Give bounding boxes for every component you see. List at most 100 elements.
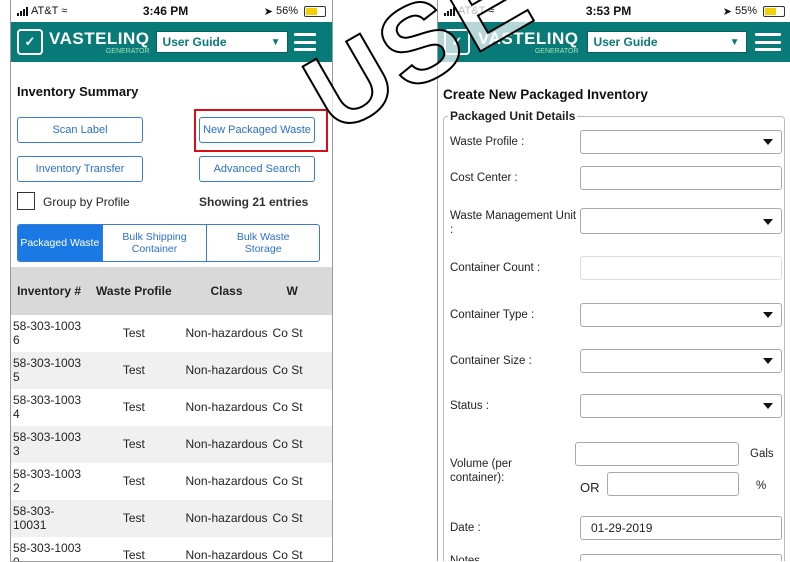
table-row[interactable]: 58-303-1003 2 Test Non-hazardous Co St: [11, 463, 332, 500]
advanced-search-button[interactable]: Advanced Search: [199, 156, 315, 182]
tab-bulk-waste-storage[interactable]: Bulk Waste Storage: [206, 225, 319, 261]
cell-class: Non-hazardous: [180, 426, 273, 463]
cell-inventory-number: 58-303-1003 2: [11, 463, 88, 500]
cell-class: Non-hazardous: [180, 537, 273, 561]
or-label: OR: [580, 480, 600, 495]
volume-gals-input[interactable]: [575, 442, 739, 466]
wmu-select[interactable]: [580, 208, 782, 234]
container-type-label: Container Type :: [450, 309, 535, 321]
brand-subtitle: GENERATOR: [105, 47, 150, 55]
battery-percent: 56%: [275, 5, 298, 17]
notes-input[interactable]: [580, 554, 782, 561]
user-guide-label: User Guide: [593, 35, 658, 49]
status-select[interactable]: [580, 394, 782, 418]
scan-label-button[interactable]: Scan Label: [17, 117, 143, 143]
signal-icon: [17, 6, 28, 16]
brand: VASTELINQ GENERATOR: [478, 30, 579, 55]
cell-class: Non-hazardous: [180, 500, 273, 537]
cell-waste-profile: Test: [87, 315, 181, 352]
group-by-profile-checkbox[interactable]: [17, 192, 35, 210]
user-guide-dropdown[interactable]: User Guide ▼: [586, 31, 747, 53]
battery-area: ➤ 55%: [723, 5, 785, 18]
table-row[interactable]: 58-303-1003 5 Test Non-hazardous Co St: [11, 352, 332, 389]
app-header: ✓ VASTELINQ GENERATOR User Guide ▼: [11, 22, 332, 62]
logo-icon: ✓: [444, 29, 470, 55]
battery-percent: 55%: [734, 5, 757, 17]
date-value: 01-29-2019: [591, 521, 653, 535]
inventory-tabs: Packaged Waste Bulk Shipping Container B…: [17, 224, 320, 262]
table-row[interactable]: 58-303-1003 0 Test Non-hazardous Co St: [11, 537, 332, 561]
cell-inventory-number: 58-303-1003 3: [11, 426, 88, 463]
status-label: Status :: [450, 400, 489, 412]
inventory-table: Inventory # Waste Profile Class W 58-303…: [11, 267, 332, 561]
carrier: AT&T ≈: [17, 5, 67, 17]
page-title: Inventory Summary: [17, 84, 139, 99]
table-row[interactable]: 58-303-10031 Test Non-hazardous Co St: [11, 500, 332, 537]
user-guide-label: User Guide: [162, 35, 227, 49]
cell-waste-profile: Test: [87, 389, 181, 426]
cell-inventory-number: 58-303-1003 4: [11, 389, 88, 426]
caret-down-icon: [763, 403, 773, 409]
cost-center-input[interactable]: [580, 166, 782, 190]
cell-w: Co St: [272, 463, 332, 500]
cell-inventory-number: 58-303-1003 5: [11, 352, 88, 389]
hamburger-menu-icon[interactable]: [754, 33, 781, 51]
chevron-down-icon: ▼: [729, 36, 740, 48]
cell-inventory-number: 58-303-1003 6: [11, 315, 88, 352]
cell-w: Co St: [272, 389, 332, 426]
caret-down-icon: [763, 219, 773, 225]
tab-packaged-waste[interactable]: Packaged Waste: [18, 225, 102, 261]
brand: VASTELINQ GENERATOR: [49, 30, 150, 55]
cell-w: Co St: [272, 537, 332, 561]
container-count-input[interactable]: [580, 256, 782, 280]
container-size-select[interactable]: [580, 349, 782, 373]
waste-profile-select[interactable]: [580, 130, 782, 154]
cell-waste-profile: Test: [87, 352, 181, 389]
date-input[interactable]: 01-29-2019: [580, 516, 782, 540]
location-icon: ➤: [263, 5, 273, 18]
wifi-icon: ≈: [488, 5, 495, 17]
container-size-label: Container Size :: [450, 355, 532, 367]
column-header-w[interactable]: W: [272, 267, 332, 315]
volume-percent-input[interactable]: [607, 472, 739, 496]
cell-waste-profile: Test: [87, 537, 181, 561]
column-header-inventory[interactable]: Inventory #: [11, 267, 88, 315]
brand-name: VASTELINQ: [478, 28, 579, 48]
cell-class: Non-hazardous: [180, 315, 273, 352]
status-bar: AT&T ≈ 3:46 PM ➤ 56%: [11, 0, 332, 22]
brand-subtitle: GENERATOR: [534, 47, 579, 55]
table-row[interactable]: 58-303-1003 3 Test Non-hazardous Co St: [11, 426, 332, 463]
battery-icon: [303, 5, 326, 17]
cell-w: Co St: [272, 352, 332, 389]
table-header-row: Inventory # Waste Profile Class W: [11, 267, 332, 315]
wmu-label: Waste Management Unit :: [450, 210, 577, 236]
column-header-waste-profile[interactable]: Waste Profile: [87, 267, 181, 315]
column-header-class[interactable]: Class: [180, 267, 273, 315]
location-icon: ➤: [722, 5, 732, 18]
cost-center-label: Cost Center :: [450, 172, 518, 184]
battery-area: ➤ 56%: [264, 5, 326, 18]
group-by-profile-label: Group by Profile: [43, 195, 130, 209]
percent-unit: %: [756, 480, 767, 492]
caret-down-icon: [763, 358, 773, 364]
hamburger-menu-icon[interactable]: [293, 33, 316, 51]
waste-profile-label: Waste Profile :: [450, 136, 525, 148]
chevron-down-icon: ▼: [270, 36, 281, 48]
caret-down-icon: [763, 139, 773, 145]
date-label: Date :: [450, 522, 481, 534]
signal-icon: [444, 6, 455, 16]
container-count-label: Container Count :: [450, 262, 541, 274]
container-type-select[interactable]: [580, 303, 782, 327]
tab-bulk-shipping-container[interactable]: Bulk Shipping Container: [101, 225, 207, 261]
page-title: Create New Packaged Inventory: [443, 87, 648, 102]
create-inventory-screen: AT&T ≈ 3:53 PM ➤ 55% ✓ VASTELINQ GENERAT…: [437, 0, 790, 561]
user-guide-dropdown[interactable]: User Guide ▼: [155, 31, 288, 53]
table-row[interactable]: 58-303-1003 6 Test Non-hazardous Co St: [11, 315, 332, 352]
table-row[interactable]: 58-303-1003 4 Test Non-hazardous Co St: [11, 389, 332, 426]
brand-name: VASTELINQ: [49, 28, 150, 48]
gals-unit: Gals: [750, 448, 774, 460]
inventory-transfer-button[interactable]: Inventory Transfer: [17, 156, 143, 182]
cell-inventory-number: 58-303-10031: [11, 500, 88, 537]
caret-down-icon: [763, 312, 773, 318]
inventory-summary-screen: AT&T ≈ 3:46 PM ➤ 56% ✓ VASTELINQ GENERAT…: [10, 0, 333, 562]
